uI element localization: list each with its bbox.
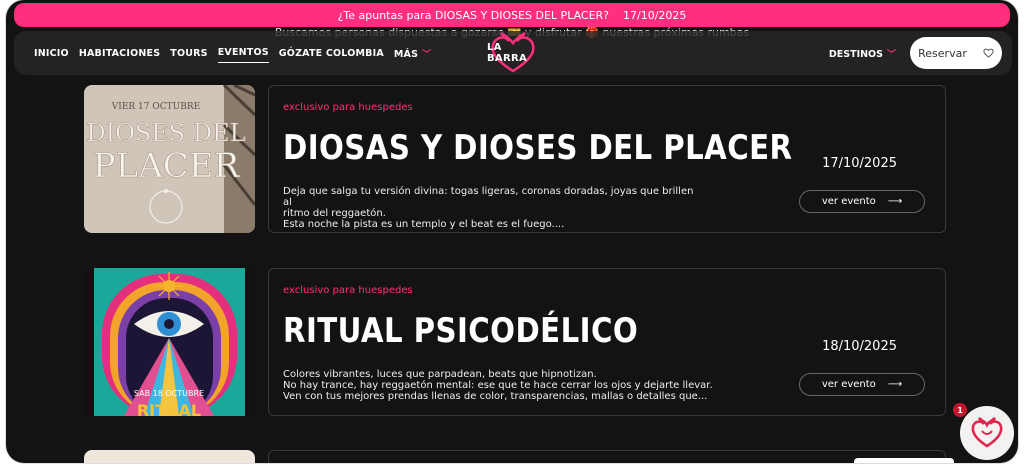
destinos-dropdown[interactable]: DESTINOS ﹀: [829, 47, 896, 60]
nav-item-inicio[interactable]: INICIO: [34, 44, 69, 63]
poster-line-1: RITUAL: [137, 401, 201, 416]
nav-item-eventos[interactable]: EVENTOS: [217, 43, 269, 63]
event-date: 17/10/2025: [822, 156, 897, 171]
reservar-button[interactable]: Reservar: [910, 37, 1002, 69]
arrow-right-icon: ⟶: [887, 379, 903, 390]
nav-item-mas-label: MÁS: [393, 48, 419, 60]
poster-date-line: SAB 18 OCTUBRE: [134, 389, 204, 398]
chevron-down-icon: ﹀: [886, 49, 896, 60]
event-desc-line: Deja que salga tu versión divina: togas …: [283, 186, 694, 208]
nav-actions: DESTINOS ﹀ Reservar: [829, 37, 1012, 69]
destinos-label: DESTINOS: [828, 48, 883, 60]
event-desc-line: No hay trance, hay reggaetón mental: ese…: [283, 380, 713, 391]
event-title: DIOSAS Y DIOSES DEL PLACER: [283, 128, 793, 168]
event-title: RITUAL PSICODÉLICO: [283, 311, 639, 351]
event-date: 18/10/2025: [822, 339, 897, 354]
event-item: SAB 18 OCTUBRE RITUAL exclusivo para hue…: [84, 268, 946, 418]
event-desc-line: Ven con tus mejores prendas llenas de co…: [283, 391, 708, 402]
event-item: VIER 17 OCTUBRE DIOSES DEL PLACER exclus…: [84, 85, 946, 235]
page-frame: · · · · · · · Buscamos personas dispuest…: [6, 0, 1018, 463]
ver-evento-label: ver evento: [821, 379, 876, 390]
announcement-bar[interactable]: ¿Te apuntas para DIOSAS Y DIOSES DEL PLA…: [14, 3, 1010, 27]
logo-text: LA BARRA: [487, 42, 528, 64]
event-poster-image[interactable]: VIER 17 OCTUBRE DIOSES DEL PLACER: [84, 85, 255, 233]
reservar-label: Reservar: [918, 46, 967, 60]
arrow-right-icon: ⟶: [887, 196, 903, 207]
ver-evento-button[interactable]: ver evento ⟶: [799, 190, 925, 213]
announcement-date: 17/10/2025: [623, 8, 687, 22]
nav-links: INICIO HABITACIONES TOURS EVENTOS GÓZATE…: [14, 43, 431, 64]
event-poster-image[interactable]: SAB 18 OCTUBRE RITUAL: [84, 268, 255, 416]
nav-item-mas[interactable]: MÁS ﹀: [394, 43, 431, 64]
logo[interactable]: LA BARRA: [487, 31, 539, 75]
ver-evento-label: ver evento: [821, 196, 876, 207]
chevron-down-icon: ﹀: [422, 49, 432, 60]
event-card[interactable]: exclusivo para huespedes RITUAL PSICODÉL…: [268, 268, 946, 416]
poster-ritual-psicodelico: SAB 18 OCTUBRE RITUAL: [84, 268, 255, 416]
poster-line-2: PLACER: [93, 146, 241, 186]
announcement-text: ¿Te apuntas para DIOSAS Y DIOSES DEL PLA…: [337, 8, 610, 22]
event-desc-line: Colores vibrantes, luces que parpadean, …: [283, 369, 597, 380]
notification-badge: 1: [953, 403, 967, 417]
heart-icon: [983, 48, 994, 58]
event-description: Deja que salga tu versión divina: togas …: [283, 186, 703, 230]
event-poster-image-partial[interactable]: [84, 450, 255, 463]
event-desc-line: ritmo del reggaetón.: [283, 208, 386, 219]
poster-date-line: VIER 17 OCTUBRE: [111, 102, 200, 112]
poster-line-1: DIOSES DEL: [86, 119, 245, 147]
event-card-partial[interactable]: [268, 450, 946, 463]
poster-dioses-del-placer: VIER 17 OCTUBRE DIOSES DEL PLACER: [84, 85, 255, 233]
partial-widget: [854, 458, 954, 463]
event-tag: exclusivo para huespedes: [283, 102, 413, 113]
nav-item-gozate-colombia[interactable]: GÓZATE COLOMBIA: [279, 44, 384, 63]
event-desc-line: Esta noche la pista es un templo y el be…: [283, 219, 565, 230]
chat-widget-button[interactable]: [960, 406, 1014, 460]
event-description: Colores vibrantes, luces que parpadean, …: [283, 369, 713, 402]
nav-item-habitaciones[interactable]: HABITACIONES: [79, 44, 160, 63]
ver-evento-button[interactable]: ver evento ⟶: [799, 373, 925, 396]
event-card[interactable]: exclusivo para huespedes DIOSAS Y DIOSES…: [268, 85, 946, 233]
event-tag: exclusivo para huespedes: [283, 285, 413, 296]
heart-chat-icon: [971, 417, 1003, 448]
nav-item-tours[interactable]: TOURS: [170, 44, 207, 63]
main-nav: INICIO HABITACIONES TOURS EVENTOS GÓZATE…: [14, 31, 1012, 75]
